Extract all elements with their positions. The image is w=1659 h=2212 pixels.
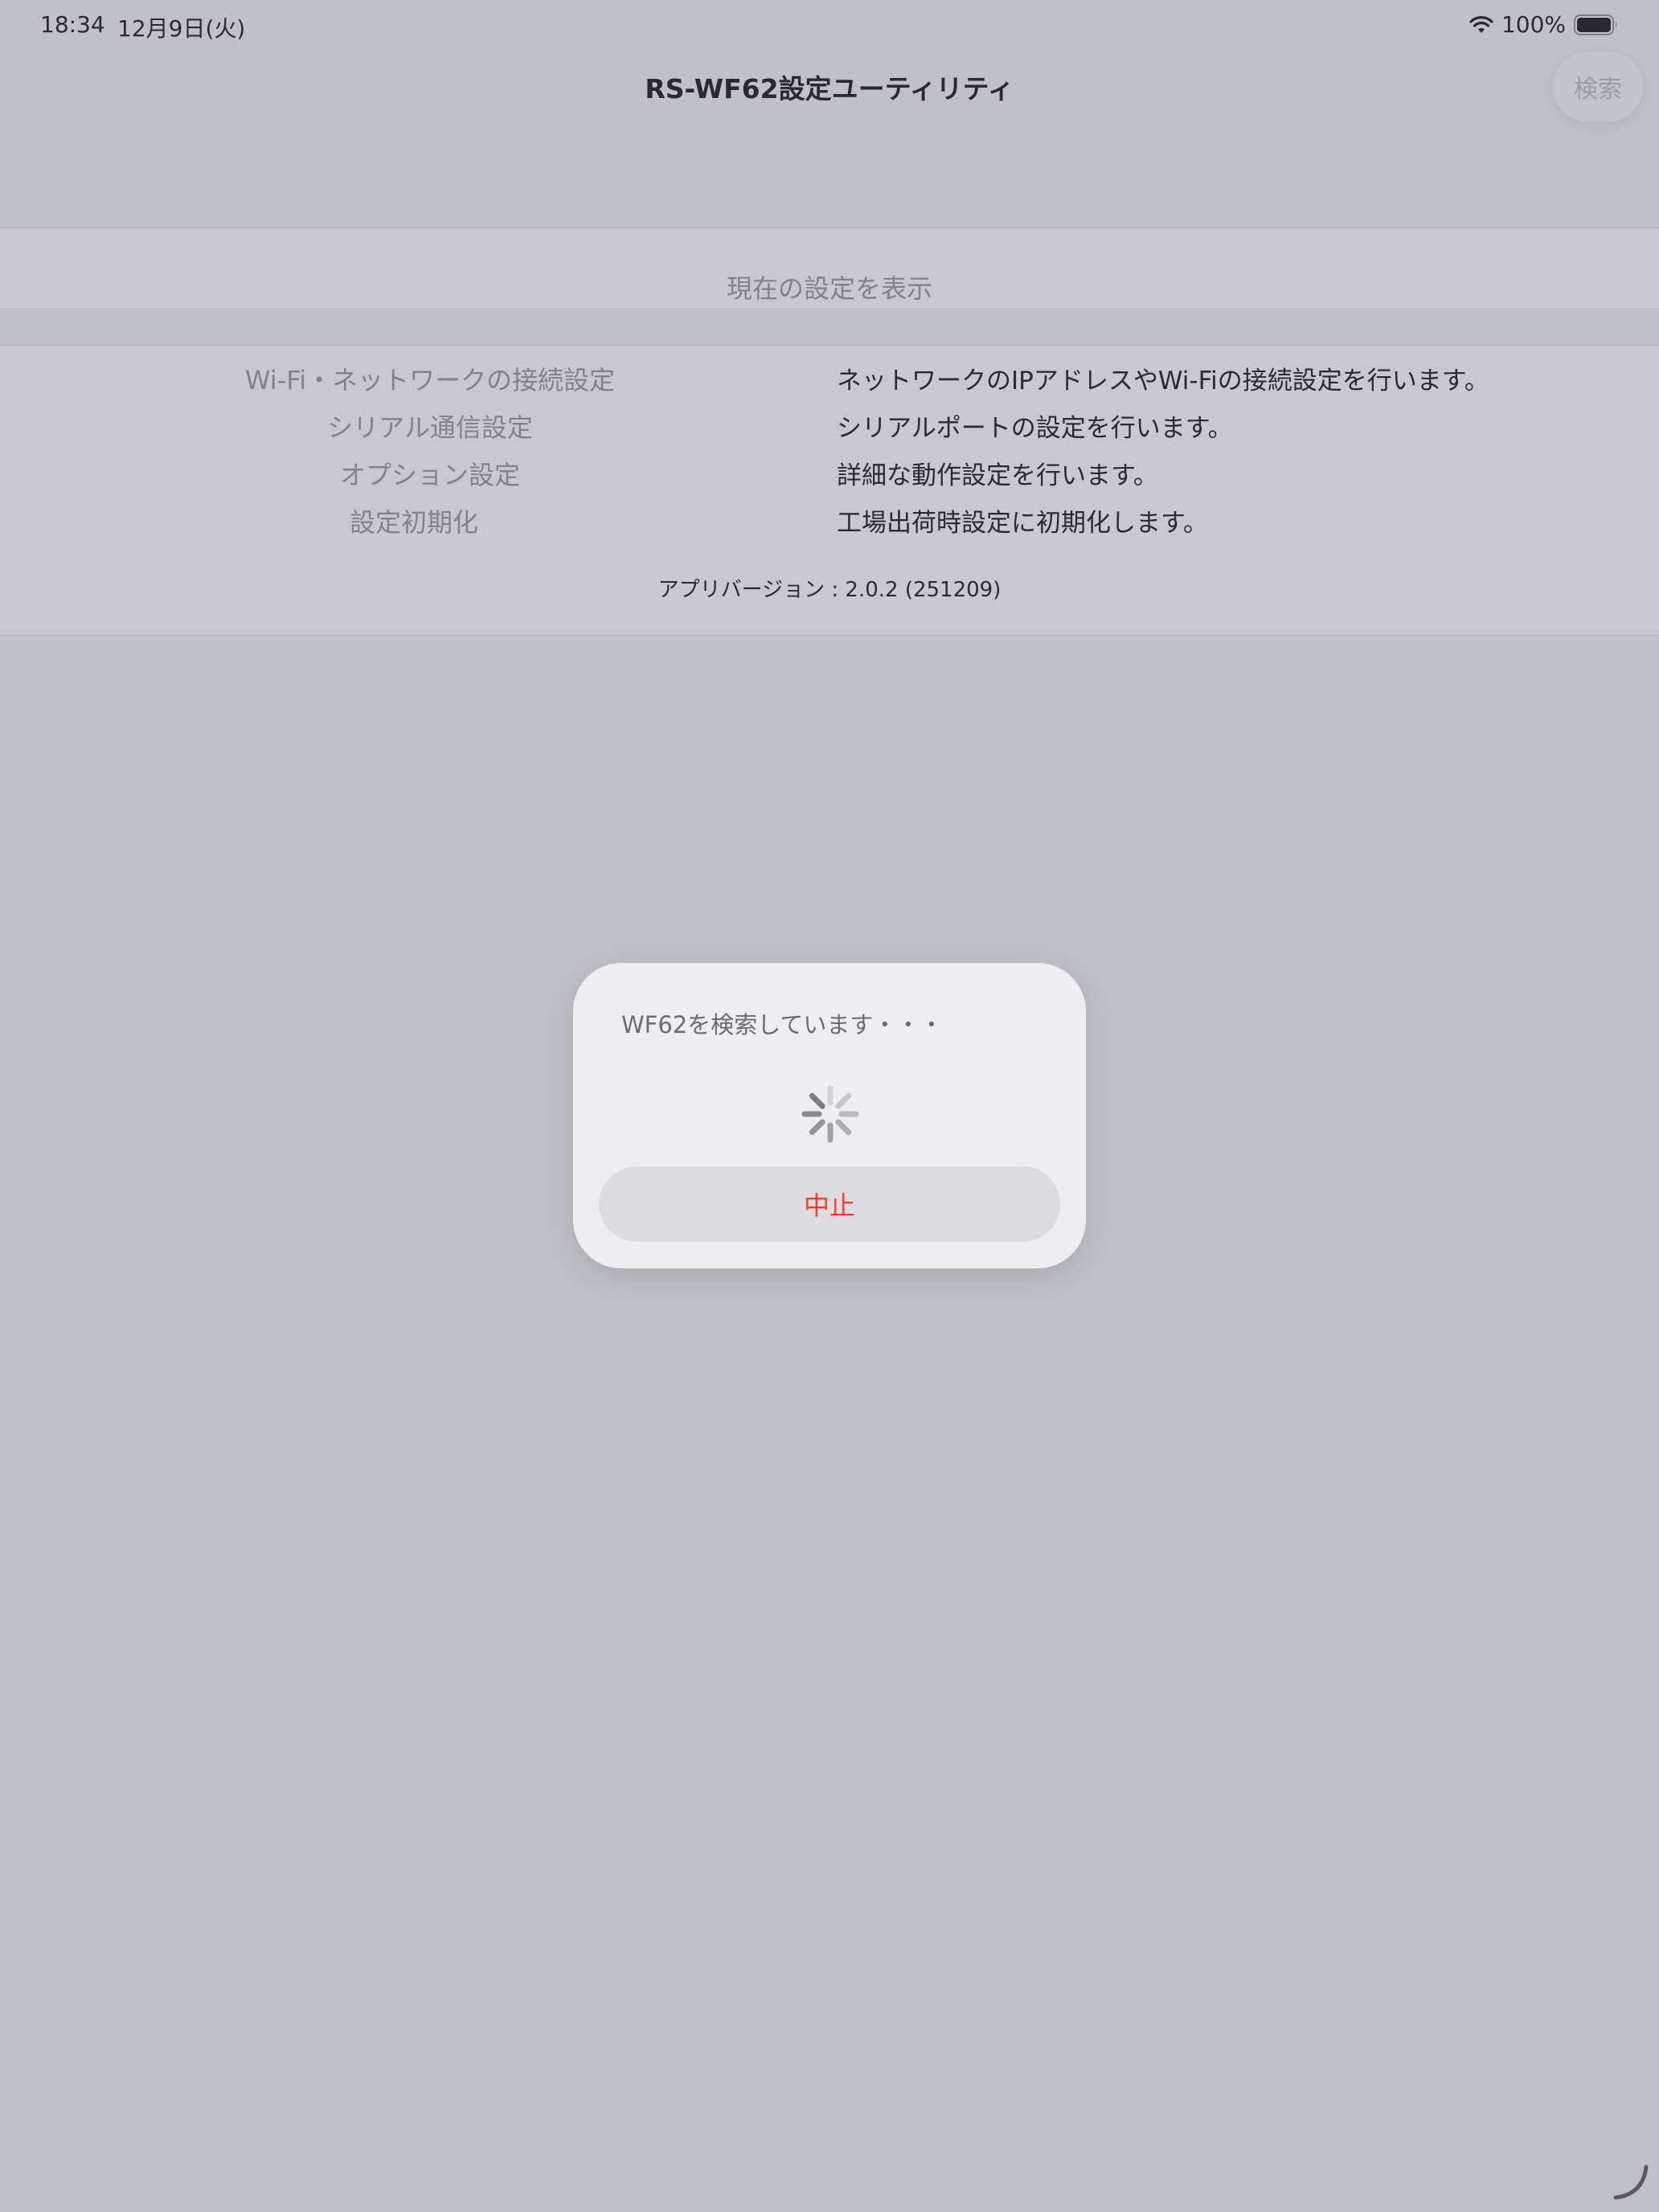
spinner-spoke xyxy=(809,1119,825,1136)
alert-message: WF62を検索しています・・・ xyxy=(621,1011,944,1038)
spinner-spoke xyxy=(835,1119,852,1136)
resize-handle-icon[interactable] xyxy=(1611,2162,1651,2202)
app-screen: 18:34 12月9日(火) 100% RS-WF62設定ユーティリティ 検索 … xyxy=(0,0,1659,2212)
spinner-spoke xyxy=(809,1092,825,1109)
spinner-spoke xyxy=(835,1092,852,1109)
searching-alert: WF62を検索しています・・・ 中止 xyxy=(573,963,1086,1268)
stop-button[interactable]: 中止 xyxy=(599,1166,1060,1242)
activity-spinner-icon xyxy=(801,1085,859,1143)
